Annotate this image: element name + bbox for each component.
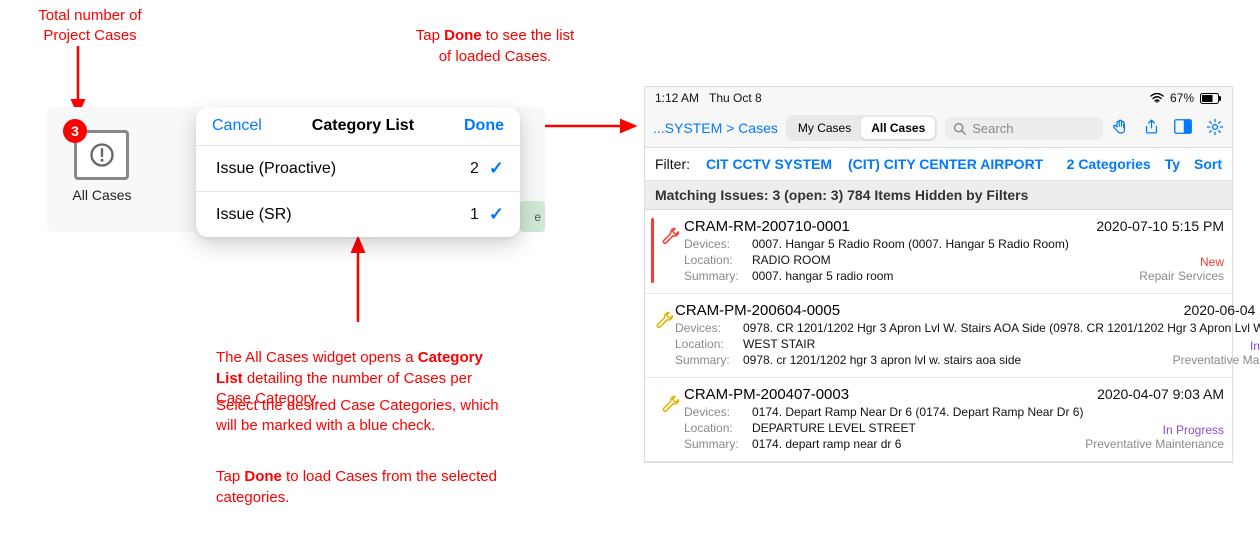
annotation-para-2: Select the desired Case Categories, whic… <box>216 396 536 437</box>
case-location: RADIO ROOM <box>752 253 1074 267</box>
category-count: 1 <box>470 206 479 224</box>
search-icon <box>953 122 966 135</box>
field-key: Devices: <box>675 321 735 335</box>
case-row[interactable]: CRAM-PM-200407-0003 2020-04-07 9:03 AM D… <box>645 378 1232 462</box>
field-key: Location: <box>684 421 744 435</box>
category-count: 2 <box>470 160 479 178</box>
category-label: Issue (Proactive) <box>216 160 336 178</box>
case-status-bar <box>651 386 654 451</box>
filter-label: Filter: <box>655 156 690 172</box>
case-type: Preventative Maintenance <box>1082 437 1224 451</box>
category-row-sr[interactable]: Issue (SR) 1 ✓ <box>196 192 520 237</box>
case-status-bar <box>651 218 654 283</box>
tab-segmented-control: My Cases All Cases <box>786 115 937 141</box>
cancel-button[interactable]: Cancel <box>212 117 262 135</box>
case-summary: 0007. hangar 5 radio room <box>752 269 1074 283</box>
case-row[interactable]: CRAM-PM-200604-0005 2020-06-04 2:05 PM D… <box>645 294 1232 378</box>
field-key: Location: <box>675 337 735 351</box>
case-title: CRAM-PM-200407-0003 <box>684 386 849 403</box>
done-button[interactable]: Done <box>464 117 504 135</box>
cases-list: CRAM-RM-200710-0001 2020-07-10 5:15 PM D… <box>645 210 1232 462</box>
hand-icon[interactable] <box>1111 118 1129 139</box>
widget-badge: 3 <box>63 119 87 143</box>
case-date: 2020-06-04 2:05 PM <box>1184 302 1260 318</box>
wifi-icon <box>1150 93 1164 103</box>
field-key: Devices: <box>684 405 744 419</box>
matching-issues-bar: Matching Issues: 3 (open: 3) 784 Items H… <box>645 181 1232 210</box>
popup-title: Category List <box>312 117 414 135</box>
field-key: Location: <box>684 253 744 267</box>
widget-label: All Cases <box>63 187 141 203</box>
wrench-icon <box>655 302 675 367</box>
category-list-popup: Cancel Category List Done Issue (Proacti… <box>196 107 520 237</box>
filter-airport[interactable]: (CIT) CITY CENTER AIRPORT <box>848 156 1043 172</box>
field-key: Summary: <box>675 353 735 367</box>
share-icon[interactable] <box>1143 118 1160 138</box>
field-key: Summary: <box>684 437 744 451</box>
statusbar-date: Thu Oct 8 <box>709 91 762 105</box>
filter-type[interactable]: Ty <box>1165 156 1180 172</box>
case-location: WEST STAIR <box>743 337 1161 351</box>
search-placeholder: Search <box>972 121 1013 136</box>
case-title: CRAM-PM-200604-0005 <box>675 302 840 319</box>
case-location: DEPARTURE LEVEL STREET <box>752 421 1074 435</box>
peek-behind-popup: e <box>520 201 545 232</box>
checkmark-icon: ✓ <box>489 158 504 179</box>
case-status: In Progress <box>1082 423 1224 437</box>
case-summary: 0174. depart ramp near dr 6 <box>752 437 1074 451</box>
case-title: CRAM-RM-200710-0001 <box>684 218 850 235</box>
case-date: 2020-04-07 9:03 AM <box>1097 386 1224 402</box>
filter-sort[interactable]: Sort <box>1194 156 1222 172</box>
case-devices: 0978. CR 1201/1202 Hgr 3 Apron Lvl W. St… <box>743 321 1260 335</box>
category-row-proactive[interactable]: Issue (Proactive) 2 ✓ <box>196 146 520 192</box>
field-key: Devices: <box>684 237 744 251</box>
filter-system[interactable]: CIT CCTV SYSTEM <box>706 156 832 172</box>
case-status: New <box>1082 255 1224 269</box>
nav-icons <box>1111 118 1224 139</box>
arrow-to-category-row <box>350 232 370 328</box>
search-input[interactable]: Search <box>945 117 1103 140</box>
exclamation-circle-icon <box>88 141 116 169</box>
case-summary: 0978. cr 1201/1202 hgr 3 apron lvl w. st… <box>743 353 1161 367</box>
breadcrumb[interactable]: ...SYSTEM > Cases <box>653 120 778 136</box>
case-type: Repair Services <box>1082 269 1224 283</box>
field-key: Summary: <box>684 269 744 283</box>
cases-list-screen: 1:12 AM Thu Oct 8 67% ...SYSTEM > Cases … <box>644 86 1233 463</box>
filter-categories[interactable]: 2 Categories <box>1067 156 1151 172</box>
battery-percent: 67% <box>1170 91 1194 105</box>
case-row[interactable]: CRAM-RM-200710-0001 2020-07-10 5:15 PM D… <box>645 210 1232 294</box>
annotation-para-3: Tap Done to load Cases from the selected… <box>216 447 536 508</box>
case-devices: 0174. Depart Ramp Near Dr 6 (0174. Depar… <box>752 405 1224 419</box>
gear-icon[interactable] <box>1206 118 1224 139</box>
tab-my-cases[interactable]: My Cases <box>788 117 861 139</box>
tab-all-cases[interactable]: All Cases <box>861 117 935 139</box>
case-type: Preventative Maintenance <box>1169 353 1260 367</box>
wrench-icon <box>658 218 684 283</box>
annotation-tap-done: Tap Done to see the list of loaded Cases… <box>390 6 600 67</box>
statusbar-time: 1:12 AM <box>655 91 699 105</box>
navbar: ...SYSTEM > Cases My Cases All Cases Sea… <box>645 109 1232 148</box>
case-devices: 0007. Hangar 5 Radio Room (0007. Hangar … <box>752 237 1224 251</box>
case-status: In Progress <box>1169 339 1260 353</box>
filter-bar: Filter: CIT CCTV SYSTEM (CIT) CITY CENTE… <box>645 148 1232 181</box>
popup-header: Cancel Category List Done <box>196 107 520 146</box>
status-bar: 1:12 AM Thu Oct 8 67% <box>645 87 1232 109</box>
battery-icon <box>1200 93 1222 104</box>
category-label: Issue (SR) <box>216 206 292 224</box>
checkmark-icon: ✓ <box>489 204 504 225</box>
sidebar-toggle-icon[interactable] <box>1174 119 1192 137</box>
wrench-icon <box>658 386 684 451</box>
case-date: 2020-07-10 5:15 PM <box>1096 218 1224 234</box>
annotation-total-cases: Total number of Project Cases <box>20 6 160 47</box>
